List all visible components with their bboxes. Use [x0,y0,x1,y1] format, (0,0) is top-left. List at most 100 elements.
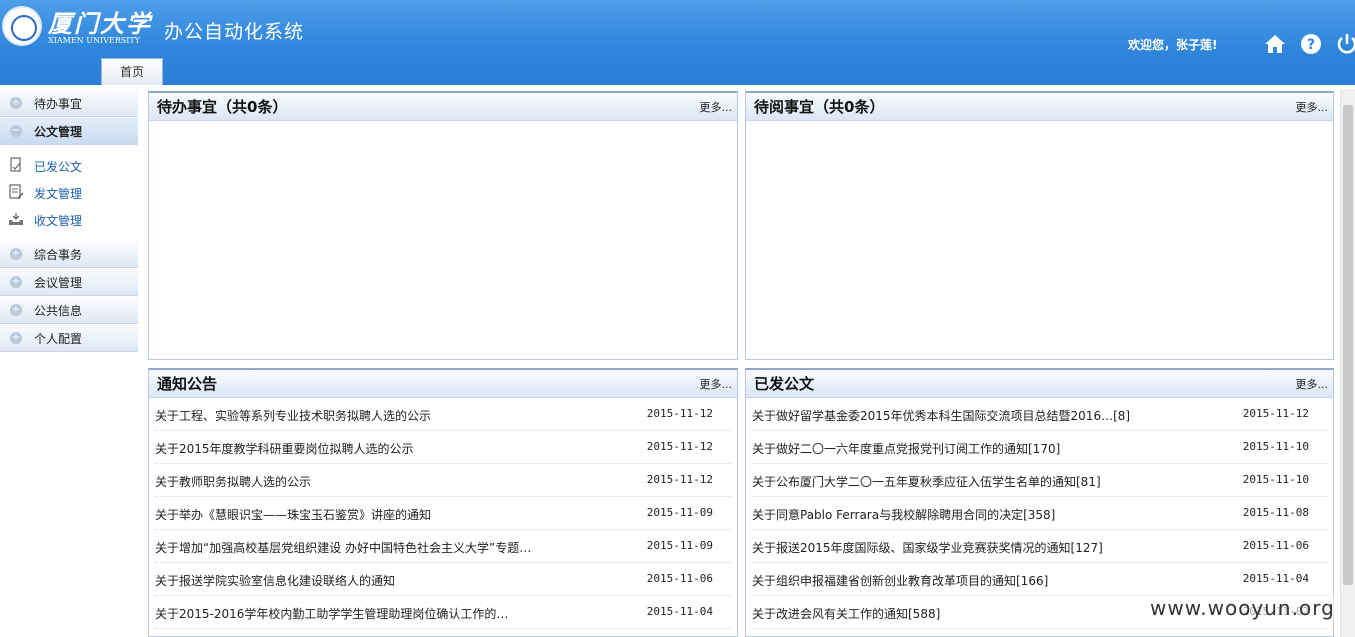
item-date: 2015-11-10 [1242,473,1309,486]
sidebar-item-label: 待办事宜 [34,97,83,111]
document-link[interactable]: 关于公布厦门大学二〇一五年夏秋季应征入伍学生名单的通知[81] [752,473,1101,490]
sidebar-item-todo[interactable]: + 待办事宜 [0,89,138,117]
toread-panel: 待阅事宜（共0条） 更多... [745,91,1334,360]
vertical-scrollbar[interactable] [1340,89,1355,637]
more-link[interactable]: 更多... [1296,99,1329,115]
list-item: 关于做好留学基金委2015年优秀本科生国际交流项目总结暨2016…[8] 2015… [752,398,1327,431]
item-date: 2015-11-12 [646,473,713,486]
notice-link[interactable]: 关于2015年度教学科研重要岗位拟聘人选的公示 [155,440,414,457]
list-item: 关于报送学院实验室信息化建设联络人的通知 2015-11-06 [155,563,731,596]
item-date: 2015-11-08 [1242,506,1309,519]
welcome-text: 欢迎您，张子莲! [1128,38,1218,52]
list-item: 关于教师职务拟聘人选的公示 2015-11-12 [155,464,731,497]
panel-title: 通知公告 [157,375,218,393]
document-link[interactable]: 关于同意Pablo Ferrara与我校解除聘用合同的决定[358] [752,506,1055,523]
notice-link[interactable]: 关于举办《慧眼识宝——珠宝玉石鉴赏》讲座的通知 [155,506,431,523]
panel-title: 待办事宜（共0条） [157,98,288,116]
list-item: 关于公布厦门大学二〇一五年夏秋季应征入伍学生名单的通知[81] 2015-11-1… [752,464,1327,497]
expand-icon: + [10,248,22,260]
system-title: 办公自动化系统 [164,21,305,43]
sidebar-item-public-info[interactable]: + 公共信息 [0,296,138,324]
list-item: 关于2015年度教学科研重要岗位拟聘人选的公示 2015-11-12 [155,431,731,464]
panel-header: 待办事宜（共0条） 更多... [149,93,737,121]
logo-chinese-text: 厦门大学 [48,9,152,38]
expand-icon: + [10,332,22,344]
todo-panel: 待办事宜（共0条） 更多... [148,91,738,360]
item-date: 2015-11-06 [646,572,713,585]
more-link[interactable]: 更多... [700,99,733,115]
inbox-icon [8,211,24,227]
item-date: 2015-11-12 [646,440,713,453]
watermark-text: www.wooyun.org [1150,596,1335,620]
sent-docs-list: 关于做好留学基金委2015年优秀本科生国际交流项目总结暨2016…[8] 2015… [746,398,1333,629]
document-link[interactable]: 关于做好二〇一六年度重点党报党刊订阅工作的通知[170] [752,440,1060,457]
notice-link[interactable]: 关于报送学院实验室信息化建设联络人的通知 [155,572,395,589]
panel-header: 已发公文 更多... [746,370,1333,398]
top-header: 厦门大学 XIAMEN UNIVERSITY 办公自动化系统 欢迎您，张子莲! … [0,0,1355,85]
submenu-label: 收文管理 [34,214,83,228]
university-seal-logo [2,6,42,46]
collapse-icon: − [10,125,22,137]
submenu-item-sent-docs[interactable]: 已发公文 [0,153,138,180]
list-item: 关于增加“加强高校基层党组织建设 办好中国特色社会主义大学”专题… 2015-11… [155,530,731,563]
item-date: 2015-11-04 [646,605,713,618]
document-link[interactable]: 关于做好留学基金委2015年优秀本科生国际交流项目总结暨2016…[8] [752,407,1130,424]
list-item: 关于2015-2016学年校内勤工助学学生管理助理岗位确认工作的… 2015-11… [155,596,731,629]
expand-icon: + [10,276,22,288]
list-item: 关于同意Pablo Ferrara与我校解除聘用合同的决定[358] 2015-1… [752,497,1327,530]
list-item: 关于组织申报福建省创新创业教育改革项目的通知[166] 2015-11-04 [752,563,1327,596]
power-icon[interactable] [1336,33,1355,55]
document-link[interactable]: 关于改进会风有关工作的通知[588] [752,605,940,622]
submenu-item-dispatch[interactable]: 发文管理 [0,180,138,207]
tab-home[interactable]: 首页 [101,58,163,85]
list-item: 关于工程、实验等系列专业技术职务拟聘人选的公示 2015-11-12 [155,398,731,431]
panel-title: 已发公文 [754,375,815,393]
sidebar-item-personal-settings[interactable]: + 个人配置 [0,324,138,352]
submenu-label: 已发公文 [34,160,83,174]
item-date: 2015-11-09 [646,506,713,519]
document-edit-icon [8,184,24,200]
document-link[interactable]: 关于报送2015年度国际级、国家级学业竞赛获奖情况的通知[127] [752,539,1103,556]
sidebar-item-general-affairs[interactable]: + 综合事务 [0,240,138,268]
sidebar-item-meetings[interactable]: + 会议管理 [0,268,138,296]
sidebar-item-label: 会议管理 [34,276,83,290]
logo-english-text: XIAMEN UNIVERSITY [48,36,141,45]
panel-header: 通知公告 更多... [149,370,737,398]
more-link[interactable]: 更多... [1296,376,1329,392]
scrollbar-thumb[interactable] [1343,105,1353,585]
panel-header: 待阅事宜（共0条） 更多... [746,93,1333,121]
list-item: 关于举办《慧眼识宝——珠宝玉石鉴赏》讲座的通知 2015-11-09 [155,497,731,530]
item-date: 2015-11-12 [1242,407,1309,420]
list-item: 关于做好二〇一六年度重点党报党刊订阅工作的通知[170] 2015-11-10 [752,431,1327,464]
notice-link[interactable]: 关于工程、实验等系列专业技术职务拟聘人选的公示 [155,407,431,424]
list-item: 关于报送2015年度国际级、国家级学业竞赛获奖情况的通知[127] 2015-11… [752,530,1327,563]
notice-link[interactable]: 关于增加“加强高校基层党组织建设 办好中国特色社会主义大学”专题… [155,539,531,556]
sidebar-item-label: 公文管理 [34,125,83,139]
notice-link[interactable]: 关于教师职务拟聘人选的公示 [155,473,311,490]
sidebar-item-label: 综合事务 [34,248,83,262]
sidebar-item-label: 公共信息 [34,304,83,318]
documents-submenu: 已发公文 发文管理 收文管理 [0,145,138,240]
item-date: 2015-11-09 [646,539,713,552]
document-check-icon [8,157,24,173]
sidebar-item-label: 个人配置 [34,332,83,346]
item-date: 2015-11-10 [1242,440,1309,453]
home-icon[interactable] [1264,33,1286,55]
sidebar: + 待办事宜 − 公文管理 已发公文 发文管理 收文管理 + 综合事务 + 会议… [0,89,138,352]
item-date: 2015-11-04 [1242,572,1309,585]
expand-icon: + [10,97,22,109]
help-icon[interactable]: ? [1300,33,1322,55]
more-link[interactable]: 更多... [700,376,733,392]
submenu-label: 发文管理 [34,187,83,201]
notice-list: 关于工程、实验等系列专业技术职务拟聘人选的公示 2015-11-12 关于2015… [149,398,737,629]
item-date: 2015-11-12 [646,407,713,420]
item-date: 2015-11-06 [1242,539,1309,552]
document-link[interactable]: 关于组织申报福建省创新创业教育改革项目的通知[166] [752,572,1048,589]
sidebar-item-documents[interactable]: − 公文管理 [0,117,138,145]
notice-panel: 通知公告 更多... 关于工程、实验等系列专业技术职务拟聘人选的公示 2015-1… [148,368,738,637]
notice-link[interactable]: 关于2015-2016学年校内勤工助学学生管理助理岗位确认工作的… [155,605,508,622]
expand-icon: + [10,304,22,316]
submenu-item-receive[interactable]: 收文管理 [0,207,138,234]
panel-title: 待阅事宜（共0条） [754,98,885,116]
svg-text:?: ? [1307,37,1315,53]
